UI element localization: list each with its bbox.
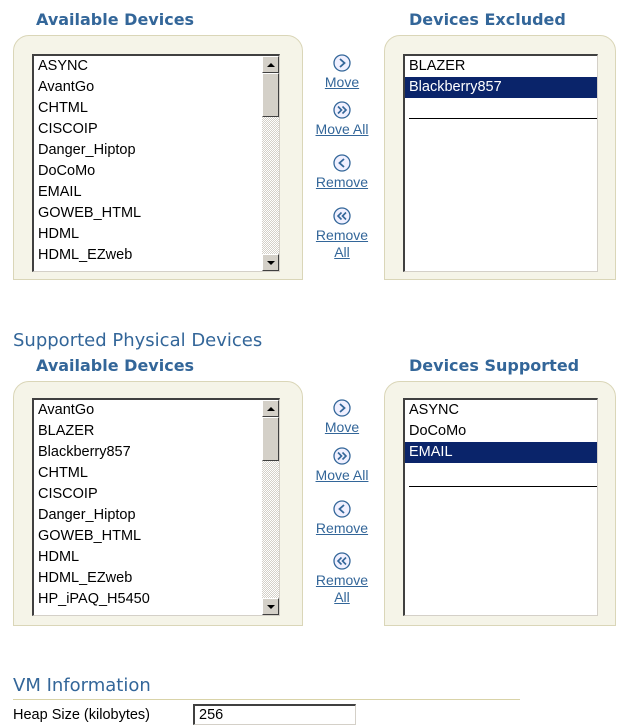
list-item[interactable]: DoCoMo — [34, 161, 262, 182]
remove-all-link-2[interactable]: Remove — [307, 572, 377, 589]
devices-supported-options: ASYNC DoCoMo EMAIL — [405, 400, 597, 463]
list-item[interactable]: BLAZER — [405, 56, 597, 77]
devices-excluded-heading: Devices Excluded — [409, 10, 566, 29]
remove-icon[interactable] — [333, 154, 351, 172]
list-item[interactable]: ASYNC — [34, 56, 262, 77]
list-item[interactable]: ASYNC — [405, 400, 597, 421]
devices-excluded-list[interactable]: BLAZER Blackberry857 — [403, 54, 598, 272]
remove-action-2[interactable]: Remove — [307, 500, 377, 537]
list-item[interactable]: CHTML — [34, 98, 262, 119]
remove-action[interactable]: Remove — [307, 154, 377, 191]
scroll-down-button-2[interactable] — [262, 598, 279, 615]
move-link[interactable]: Move — [307, 74, 377, 91]
move-all-icon[interactable] — [333, 447, 351, 465]
move-action[interactable]: Move — [307, 54, 377, 91]
list-item[interactable]: CISCOIP — [34, 119, 262, 140]
move-all-action-2[interactable]: Move All — [307, 447, 377, 484]
scroll-down-button[interactable] — [262, 254, 279, 271]
available-devices-options: ASYNC AvantGo CHTML CISCOIP Danger_Hiptop DoC… — [34, 56, 262, 266]
devices-excluded-options: BLAZER Blackberry857 — [405, 56, 597, 98]
scroll-up-button-2[interactable] — [262, 400, 279, 417]
available-devices-list-2[interactable]: AvantGo BLAZER Blackberry857 CHTML CISCOIP Da… — [32, 398, 280, 616]
move-all-link-2[interactable]: Move All — [307, 467, 377, 484]
remove-all-icon[interactable] — [333, 207, 351, 225]
remove-all-action-2[interactable]: Remove All — [307, 552, 377, 606]
remove-all-icon[interactable] — [333, 552, 351, 570]
list-item[interactable]: CISCOIP — [34, 484, 262, 505]
scroll-down-arrow-icon — [266, 604, 275, 609]
list-item[interactable]: Blackberry857 — [34, 442, 262, 463]
remove-icon[interactable] — [333, 500, 351, 518]
list-item[interactable]: AvantGo — [34, 400, 262, 421]
move-all-link[interactable]: Move All — [307, 121, 377, 138]
vm-information-section-title: VM Information — [13, 675, 151, 696]
heap-size-label: Heap Size (kilobytes) — [13, 707, 150, 723]
scroll-down-arrow-icon — [266, 260, 275, 265]
scroll-up-arrow-icon — [266, 62, 275, 67]
remove-link[interactable]: Remove — [307, 174, 377, 191]
supported-devices-section-title: Supported Physical Devices — [13, 330, 263, 351]
list-item[interactable]: EMAIL — [405, 442, 597, 463]
list-item[interactable]: DoCoMo — [405, 421, 597, 442]
list-item[interactable]: AvantGo — [34, 77, 262, 98]
list-spacer-line — [409, 486, 597, 487]
section-divider — [13, 699, 520, 700]
move-icon[interactable] — [333, 54, 351, 72]
list-item[interactable]: BLAZER — [34, 421, 262, 442]
heap-size-input[interactable]: 256 — [193, 704, 356, 725]
list-spacer-line — [409, 118, 597, 119]
scroll-thumb[interactable] — [262, 73, 279, 117]
remove-all-action[interactable]: Remove All — [307, 207, 377, 261]
move-all-action[interactable]: Move All — [307, 101, 377, 138]
remove-link-2[interactable]: Remove — [307, 520, 377, 537]
available-devices-heading: Available Devices — [36, 10, 195, 29]
list-item[interactable]: EMAIL — [34, 182, 262, 203]
scroll-up-arrow-icon — [266, 406, 275, 411]
devices-supported-list[interactable]: ASYNC DoCoMo EMAIL — [403, 398, 598, 616]
list-item[interactable]: Danger_Hiptop — [34, 140, 262, 161]
scroll-up-button[interactable] — [262, 56, 279, 73]
scroll-thumb-2[interactable] — [262, 417, 279, 461]
list-item[interactable]: Danger_Hiptop — [34, 505, 262, 526]
remove-all-link-2-line2[interactable]: All — [307, 589, 377, 606]
available-devices-scrollbar-2[interactable] — [262, 400, 279, 615]
move-link-2[interactable]: Move — [307, 419, 377, 436]
available-devices-list[interactable]: ASYNC AvantGo CHTML CISCOIP Danger_Hiptop DoC… — [32, 54, 280, 272]
list-item[interactable]: HDML — [34, 224, 262, 245]
list-item[interactable]: HDML_EZweb — [34, 245, 262, 266]
remove-all-link[interactable]: Remove — [307, 227, 377, 244]
move-all-icon[interactable] — [333, 101, 351, 119]
list-item[interactable]: CHTML — [34, 463, 262, 484]
list-item[interactable]: HP_iPAQ_H5450 — [34, 589, 262, 610]
available-devices-scrollbar[interactable] — [262, 56, 279, 271]
available-devices-options-2: AvantGo BLAZER Blackberry857 CHTML CISCOIP Da… — [34, 400, 262, 610]
list-item[interactable]: Blackberry857 — [405, 77, 597, 98]
list-item[interactable]: HDML_EZweb — [34, 568, 262, 589]
list-item[interactable]: GOWEB_HTML — [34, 203, 262, 224]
move-icon[interactable] — [333, 399, 351, 417]
list-item[interactable]: GOWEB_HTML — [34, 526, 262, 547]
available-devices-heading-2: Available Devices — [36, 356, 195, 375]
move-action-2[interactable]: Move — [307, 399, 377, 436]
remove-all-link-line2[interactable]: All — [307, 244, 377, 261]
list-item[interactable]: HDML — [34, 547, 262, 568]
devices-supported-heading: Devices Supported — [409, 356, 580, 375]
